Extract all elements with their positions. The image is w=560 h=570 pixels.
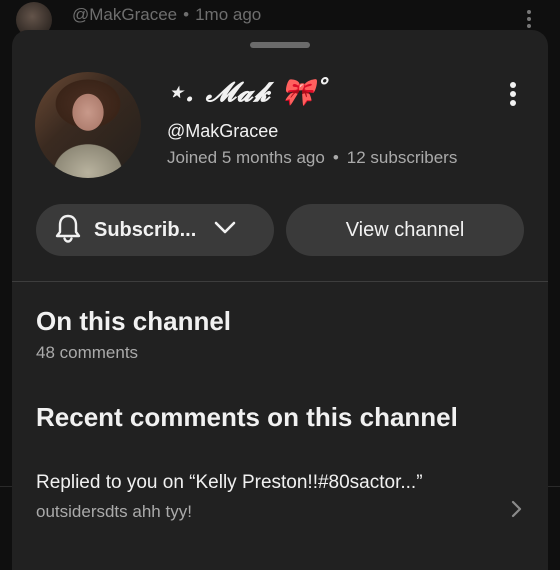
channel-bottom-sheet: ⋆. 𝓜𝓪𝓴 🎀˚ @MakGracee Joined 5 months ago… bbox=[12, 30, 548, 570]
joined-text: Joined 5 months ago bbox=[167, 148, 325, 167]
background-comment-meta: @MakGracee • 1mo ago bbox=[72, 5, 261, 25]
subscribe-label: Subscrib... bbox=[94, 218, 197, 241]
background-more-icon[interactable] bbox=[526, 10, 532, 30]
recent-comments-title: Recent comments on this channel bbox=[36, 402, 458, 432]
recent-comment-title: Replied to you on “Kelly Preston!!#80sac… bbox=[36, 472, 423, 493]
background-separator: • bbox=[183, 5, 190, 24]
chevron-right-icon bbox=[510, 500, 522, 523]
subscribe-button[interactable]: Subscrib... bbox=[36, 204, 274, 256]
background-comment-time: 1mo ago bbox=[195, 5, 262, 24]
recent-comment-item[interactable]: Replied to you on “Kelly Preston!!#80sac… bbox=[12, 462, 548, 524]
channel-meta: Joined 5 months ago • 12 subscribers bbox=[167, 148, 457, 168]
on-channel-title: On this channel bbox=[36, 306, 232, 336]
channel-avatar[interactable] bbox=[35, 72, 141, 178]
recent-comment-preview: outsidersdts ahh tyy! bbox=[36, 502, 192, 521]
subscriber-count: 12 subscribers bbox=[346, 148, 458, 167]
bell-icon bbox=[54, 213, 82, 248]
view-channel-label: View channel bbox=[345, 218, 465, 241]
background-comment-header: @MakGracee • 1mo ago bbox=[0, 0, 560, 38]
view-channel-button[interactable]: View channel bbox=[286, 204, 524, 256]
channel-name: ⋆. 𝓜𝓪𝓴 🎀˚ bbox=[167, 77, 331, 108]
background-comment-author[interactable]: @MakGracee bbox=[72, 5, 177, 24]
chevron-down-icon bbox=[214, 221, 236, 240]
more-options-icon[interactable] bbox=[508, 82, 518, 110]
drag-handle[interactable] bbox=[250, 42, 310, 48]
comments-count: 48 comments bbox=[36, 343, 139, 362]
channel-handle: @MakGracee bbox=[167, 121, 279, 141]
meta-separator: • bbox=[332, 148, 339, 167]
section-divider bbox=[12, 281, 548, 282]
